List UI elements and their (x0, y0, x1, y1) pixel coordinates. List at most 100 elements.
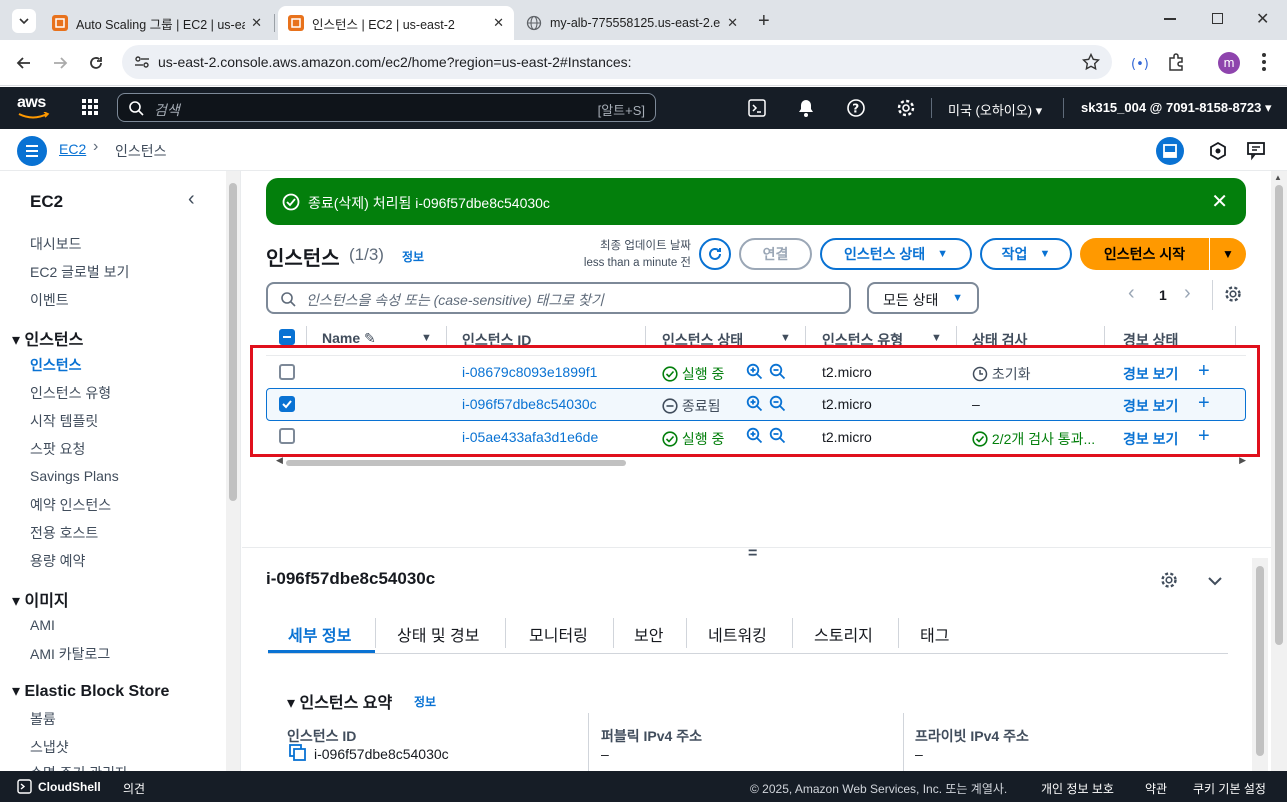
tabs-baseline (268, 653, 1228, 654)
details-scrollbar[interactable] (1252, 558, 1268, 771)
close-icon[interactable]: ✕ (1211, 189, 1228, 214)
sort-caret-icon[interactable]: ▼ (931, 332, 942, 344)
main-scrollbar[interactable]: ▲ (1271, 171, 1287, 771)
gear-icon[interactable] (896, 98, 916, 118)
split-handle[interactable]: = (748, 545, 757, 563)
sidebar-item-volumes[interactable]: 볼륨 (30, 709, 56, 729)
cloudshell-icon[interactable] (748, 99, 766, 117)
sort-caret-icon[interactable]: ▼ (421, 332, 432, 344)
select-all-checkbox[interactable] (279, 329, 295, 345)
tab-title: 인스턴스 | EC2 | us-east-2 (312, 17, 455, 32)
tab-status-alarms[interactable]: 상태 및 경보 (397, 622, 480, 646)
close-icon[interactable]: ✕ (727, 15, 738, 31)
sidebar-item-capacity-reservations[interactable]: 용량 예약 (30, 551, 85, 571)
cookie-preferences-link[interactable]: 쿠키 기본 설정 (1193, 780, 1266, 797)
sidebar-item-instance-types[interactable]: 인스턴스 유형 (30, 383, 111, 403)
account-menu[interactable]: sk315_004 @ 7091-8158-8723 ▾ (1081, 100, 1272, 116)
summary-info-link[interactable]: 정보 (414, 693, 436, 710)
browser-tab-autoscaling[interactable]: Auto Scaling 그룹 | EC2 | us-ea ✕ (42, 6, 272, 40)
browser-tab-alb[interactable]: my-alb-775558125.us-east-2.el ✕ (516, 6, 748, 40)
gear-icon[interactable] (1224, 285, 1242, 303)
copy-icon[interactable] (289, 744, 307, 762)
breadcrumb-ec2-link[interactable]: EC2 (59, 141, 86, 157)
tab-details[interactable]: 세부 정보 (288, 622, 351, 646)
pagination-page[interactable]: 1 (1159, 287, 1167, 303)
sidebar-item-spot-requests[interactable]: 스팟 요청 (30, 439, 85, 459)
tab-security[interactable]: 보안 (634, 622, 663, 646)
cloudshell-link[interactable]: CloudShell (38, 780, 101, 794)
table-horizontal-scrollbar[interactable]: ◀ ▶ (276, 455, 1246, 469)
sidebar-scrollbar[interactable] (226, 171, 240, 771)
sidebar-section-ebs[interactable]: ▾ Elastic Block Store (12, 681, 169, 701)
terms-link[interactable]: 약관 (1145, 780, 1167, 797)
reload-icon[interactable] (86, 53, 106, 73)
aws-search-input[interactable]: 검색 [알트+S] (117, 93, 656, 122)
extension-icon[interactable]: (•) (1130, 53, 1150, 73)
sort-caret-icon[interactable]: ▼ (780, 332, 791, 344)
region-selector[interactable]: 미국 (오하이오) ▾ (948, 100, 1042, 119)
launch-dropdown-button[interactable]: ▼ (1210, 238, 1246, 270)
maximize-button[interactable] (1212, 13, 1223, 24)
close-icon[interactable]: ✕ (493, 15, 504, 31)
sidebar-item-dashboard[interactable]: 대시보드 (30, 234, 82, 254)
sidebar-item-ami-catalog[interactable]: AMI 카탈로그 (30, 644, 110, 664)
puzzle-extensions-icon[interactable] (1166, 52, 1186, 72)
sidebar-item-global-view[interactable]: EC2 글로벌 보기 (30, 262, 129, 282)
feedback-icon[interactable] (1246, 141, 1266, 161)
sidebar-section-instances[interactable]: ▾ 인스턴스 (12, 326, 83, 350)
info-link[interactable]: 정보 (402, 248, 424, 265)
instance-count: (1/3) (349, 245, 384, 264)
launch-instance-button[interactable]: 인스턴스 시작 (1080, 238, 1209, 270)
instance-filter-input[interactable]: 인스턴스을 속성 또는 (case-sensitive) 태그로 찾기 (266, 282, 851, 314)
browser-menu-icon[interactable] (1262, 53, 1266, 71)
pagination-prev[interactable]: ‹ (1128, 282, 1135, 305)
connect-button[interactable]: 연결 (739, 238, 812, 270)
new-tab-button[interactable]: + (758, 10, 770, 33)
collapse-sidebar-icon[interactable]: ‹ (188, 188, 195, 211)
tab-monitoring[interactable]: 모니터링 (529, 622, 588, 646)
close-window-button[interactable]: ✕ (1256, 9, 1269, 29)
sidebar-item-reserved-instances[interactable]: 예약 인스턴스 (30, 495, 111, 515)
sidebar-item-launch-templates[interactable]: 시작 템플릿 (30, 411, 98, 431)
tab-tags[interactable]: 태그 (920, 622, 949, 646)
state-filter-select[interactable]: 모든 상태 ▼ (867, 282, 979, 314)
actions-button[interactable]: 작업 ▼ (980, 238, 1072, 270)
privacy-link[interactable]: 개인 정보 보호 (1041, 780, 1114, 797)
split-panel-button[interactable] (1156, 137, 1184, 165)
sidebar-item-events[interactable]: 이벤트 (30, 290, 69, 310)
pagination-next[interactable]: › (1184, 282, 1191, 305)
feedback-link[interactable]: 의견 (123, 780, 145, 797)
tab-networking[interactable]: 네트워킹 (708, 622, 767, 646)
side-navigation: EC2 ‹ 대시보드 EC2 글로벌 보기 이벤트 ▾ 인스턴스 인스턴스 인스… (0, 171, 241, 771)
refresh-button[interactable] (699, 238, 731, 270)
sidebar-item-savings-plans[interactable]: Savings Plans (30, 468, 119, 484)
sidebar-item-ami[interactable]: AMI (30, 617, 55, 633)
site-settings-icon[interactable] (134, 54, 150, 70)
amazon-q-icon[interactable] (1208, 141, 1228, 161)
page-title: 인스턴스 (266, 248, 340, 270)
bell-icon[interactable] (797, 98, 815, 118)
minimize-button[interactable] (1164, 18, 1176, 20)
forward-arrow-icon[interactable] (50, 53, 70, 73)
chevron-down-icon[interactable] (1206, 572, 1224, 590)
address-bar[interactable]: us-east-2.console.aws.amazon.com/ec2/hom… (122, 45, 1112, 79)
menu-toggle-button[interactable] (17, 136, 47, 166)
close-icon[interactable]: ✕ (251, 15, 262, 31)
sidebar-item-lifecycle-manager[interactable]: 수명 주기 관리자 (30, 763, 128, 771)
aws-logo[interactable]: aws (17, 94, 51, 120)
gear-icon[interactable] (1160, 571, 1178, 589)
summary-heading[interactable]: ▾ 인스턴스 요약 (287, 689, 392, 713)
sidebar-item-snapshots[interactable]: 스냅샷 (30, 737, 69, 757)
bookmark-star-icon[interactable] (1082, 53, 1100, 71)
tab-storage[interactable]: 스토리지 (814, 622, 873, 646)
sidebar-item-instances[interactable]: 인스턴스 (30, 355, 82, 375)
instance-state-button[interactable]: 인스턴스 상태 ▼ (820, 238, 972, 270)
sidebar-item-dedicated-hosts[interactable]: 전용 호스트 (30, 523, 98, 543)
sidebar-section-images[interactable]: ▾ 이미지 (12, 587, 69, 611)
profile-avatar[interactable]: m (1218, 52, 1240, 74)
back-arrow-icon[interactable] (14, 53, 34, 73)
browser-tab-instances[interactable]: 인스턴스 | EC2 | us-east-2 ✕ (278, 6, 514, 40)
services-grid-icon[interactable] (81, 98, 99, 116)
help-icon[interactable]: ? (846, 98, 866, 118)
tab-search-button[interactable] (12, 9, 36, 33)
